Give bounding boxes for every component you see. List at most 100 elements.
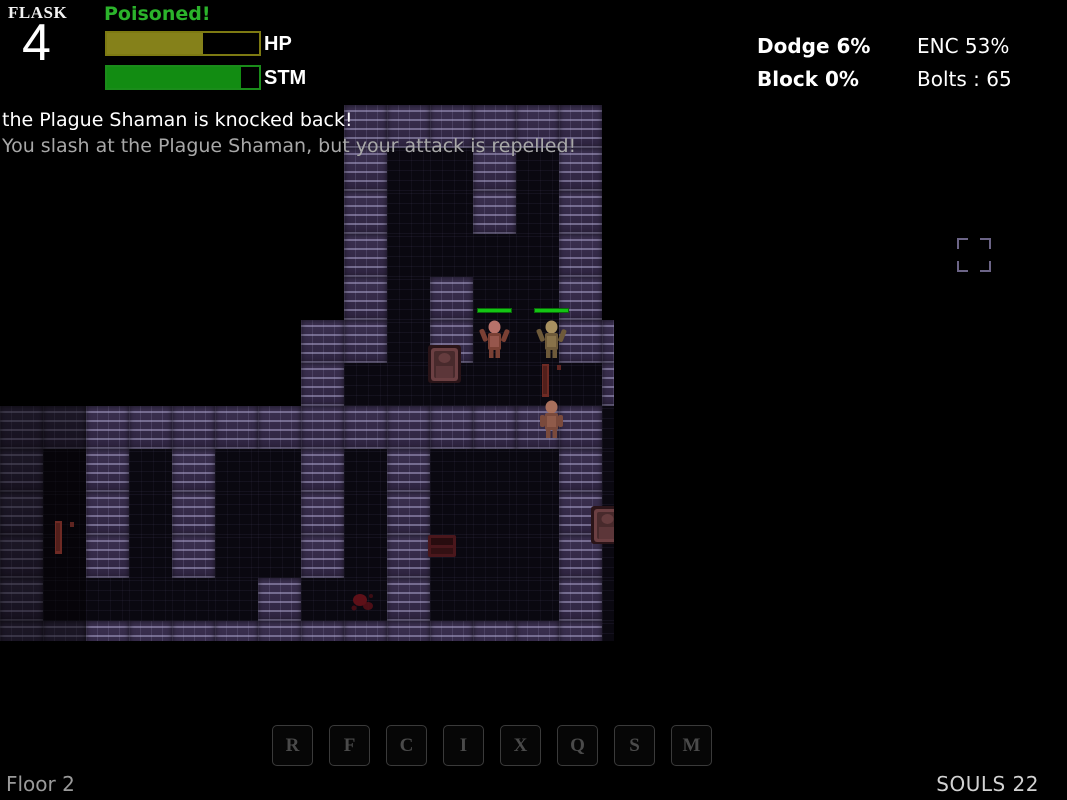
map-tile-wall[interactable] bbox=[258, 578, 301, 621]
map-tile-wall[interactable] bbox=[258, 406, 301, 449]
map-tile-wall[interactable] bbox=[301, 363, 344, 406]
map-tile-floor[interactable] bbox=[387, 277, 430, 320]
map-tile-wall[interactable] bbox=[129, 621, 172, 641]
map-tile-wall[interactable] bbox=[0, 449, 43, 492]
keybind-button-c[interactable]: C bbox=[386, 725, 427, 766]
map-tile-floor[interactable] bbox=[129, 535, 172, 578]
map-tile-wall[interactable] bbox=[602, 320, 614, 363]
map-tile-floor[interactable] bbox=[344, 492, 387, 535]
map-tile-wall[interactable] bbox=[172, 535, 215, 578]
map-tile-floor[interactable] bbox=[387, 191, 430, 234]
dungeon-map[interactable] bbox=[0, 105, 614, 641]
map-tile-floor[interactable] bbox=[258, 535, 301, 578]
map-tile-wall[interactable] bbox=[559, 621, 602, 641]
map-tile-floor[interactable] bbox=[215, 535, 258, 578]
target-reticle-icon[interactable] bbox=[957, 238, 991, 272]
map-tile-floor[interactable] bbox=[344, 449, 387, 492]
keybind-button-x[interactable]: X bbox=[500, 725, 541, 766]
map-tile-wall[interactable] bbox=[86, 406, 129, 449]
map-tile-wall[interactable] bbox=[602, 363, 614, 406]
enemy-plague-shaman-2[interactable] bbox=[530, 316, 573, 359]
map-tile-floor[interactable] bbox=[430, 449, 473, 492]
map-tile-wall[interactable] bbox=[559, 578, 602, 621]
map-tile-wall[interactable] bbox=[0, 492, 43, 535]
map-tile-wall[interactable] bbox=[0, 406, 43, 449]
banner-center[interactable] bbox=[533, 362, 576, 405]
keybind-button-r[interactable]: R bbox=[272, 725, 313, 766]
map-tile-wall[interactable] bbox=[172, 492, 215, 535]
map-tile-wall[interactable] bbox=[344, 320, 387, 363]
keybind-button-f[interactable]: F bbox=[329, 725, 370, 766]
map-tile-wall[interactable] bbox=[86, 449, 129, 492]
map-tile-floor[interactable] bbox=[129, 449, 172, 492]
keybind-button-i[interactable]: I bbox=[443, 725, 484, 766]
map-tile-floor[interactable] bbox=[430, 234, 473, 277]
map-tile-wall[interactable] bbox=[559, 234, 602, 277]
map-tile-floor[interactable] bbox=[516, 535, 559, 578]
map-tile-floor[interactable] bbox=[473, 535, 516, 578]
keybind-button-m[interactable]: M bbox=[671, 725, 712, 766]
enemy-plague-shaman-1[interactable] bbox=[473, 316, 516, 359]
map-tile-wall[interactable] bbox=[473, 406, 516, 449]
map-tile-wall[interactable] bbox=[258, 621, 301, 641]
map-tile-wall[interactable] bbox=[473, 621, 516, 641]
map-tile-wall[interactable] bbox=[344, 234, 387, 277]
map-tile-floor[interactable] bbox=[516, 277, 559, 320]
map-tile-wall[interactable] bbox=[387, 449, 430, 492]
map-tile-floor[interactable] bbox=[602, 621, 614, 641]
map-tile-wall[interactable] bbox=[215, 406, 258, 449]
map-tile-wall[interactable] bbox=[430, 277, 473, 320]
map-tile-wall[interactable] bbox=[301, 535, 344, 578]
map-tile-floor[interactable] bbox=[516, 578, 559, 621]
map-tile-floor[interactable] bbox=[86, 578, 129, 621]
map-tile-wall[interactable] bbox=[559, 449, 602, 492]
map-tile-wall[interactable] bbox=[559, 277, 602, 320]
map-tile-floor[interactable] bbox=[43, 449, 86, 492]
map-tile-wall[interactable] bbox=[0, 578, 43, 621]
map-tile-wall[interactable] bbox=[430, 621, 473, 641]
map-tile-floor[interactable] bbox=[473, 234, 516, 277]
map-tile-floor[interactable] bbox=[215, 578, 258, 621]
keybind-button-s[interactable]: S bbox=[614, 725, 655, 766]
map-tile-floor[interactable] bbox=[172, 578, 215, 621]
map-tile-wall[interactable] bbox=[559, 191, 602, 234]
map-tile-wall[interactable] bbox=[43, 621, 86, 641]
map-tile-wall[interactable] bbox=[387, 621, 430, 641]
map-tile-floor[interactable] bbox=[344, 363, 387, 406]
map-tile-floor[interactable] bbox=[258, 449, 301, 492]
map-tile-floor[interactable] bbox=[43, 578, 86, 621]
map-tile-wall[interactable] bbox=[129, 406, 172, 449]
map-tile-wall[interactable] bbox=[43, 406, 86, 449]
map-tile-floor[interactable] bbox=[473, 492, 516, 535]
map-tile-wall[interactable] bbox=[172, 449, 215, 492]
map-tile-floor[interactable] bbox=[516, 234, 559, 277]
map-tile-wall[interactable] bbox=[301, 406, 344, 449]
map-tile-floor[interactable] bbox=[430, 191, 473, 234]
flask-count[interactable]: 4 bbox=[22, 17, 51, 69]
map-tile-wall[interactable] bbox=[0, 535, 43, 578]
map-tile-wall[interactable] bbox=[172, 621, 215, 641]
map-tile-wall[interactable] bbox=[516, 621, 559, 641]
map-tile-wall[interactable] bbox=[301, 621, 344, 641]
door-chest-upper[interactable] bbox=[423, 342, 466, 385]
map-tile-wall[interactable] bbox=[301, 320, 344, 363]
map-tile-floor[interactable] bbox=[516, 191, 559, 234]
map-tile-floor[interactable] bbox=[516, 492, 559, 535]
door-chest-right[interactable] bbox=[586, 503, 614, 546]
map-tile-floor[interactable] bbox=[602, 578, 614, 621]
map-tile-wall[interactable] bbox=[344, 277, 387, 320]
map-tile-floor[interactable] bbox=[602, 449, 614, 492]
map-tile-floor[interactable] bbox=[516, 449, 559, 492]
map-tile-wall[interactable] bbox=[387, 406, 430, 449]
map-tile-floor[interactable] bbox=[301, 578, 344, 621]
keybind-button-q[interactable]: Q bbox=[557, 725, 598, 766]
item-crate-lower[interactable] bbox=[424, 525, 467, 568]
map-tile-wall[interactable] bbox=[301, 449, 344, 492]
map-tile-wall[interactable] bbox=[430, 406, 473, 449]
map-tile-wall[interactable] bbox=[344, 191, 387, 234]
map-tile-floor[interactable] bbox=[129, 578, 172, 621]
map-tile-wall[interactable] bbox=[387, 578, 430, 621]
map-tile-wall[interactable] bbox=[473, 191, 516, 234]
map-tile-wall[interactable] bbox=[86, 492, 129, 535]
map-tile-floor[interactable] bbox=[129, 492, 172, 535]
